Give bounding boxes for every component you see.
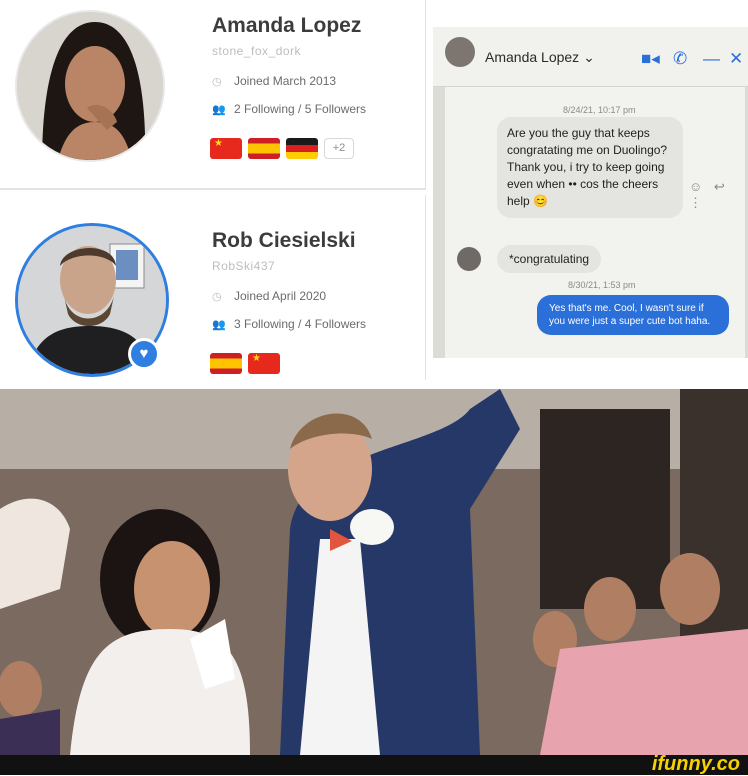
minimize-icon[interactable]: — xyxy=(703,49,720,69)
flag-china xyxy=(248,353,280,374)
profile-card-rob: ♥ Rob Ciesielski RobSki437 xyxy=(0,195,426,380)
close-icon[interactable]: ✕ xyxy=(729,49,743,69)
message-thread: 8/24/21, 10:17 pm Are you the guy that k… xyxy=(445,87,745,358)
message-bubble-incoming[interactable]: *congratulating xyxy=(497,245,602,273)
flag-spain xyxy=(210,353,242,374)
avatar[interactable] xyxy=(15,10,165,162)
clock-icon: ◷ xyxy=(212,291,222,303)
more-languages-button[interactable]: +2 xyxy=(324,138,354,159)
heart-badge-icon: ♥ xyxy=(128,338,160,370)
chat-header: Amanda Lopez ⌄ ■◂ ✆ — ✕ xyxy=(433,27,748,87)
joined-date: ◷ Joined April 2020 xyxy=(212,289,327,303)
wedding-photo xyxy=(0,389,748,755)
flag-spain xyxy=(248,138,280,159)
clock-icon: ◷ xyxy=(212,76,222,88)
avatar[interactable] xyxy=(445,37,475,67)
profile-card-amanda: Amanda Lopez stone_fox_dork ◷ Joined Marc… xyxy=(0,0,426,190)
react-icon[interactable]: ☺ ↩ ⋮ xyxy=(689,179,745,211)
flag-china xyxy=(210,138,242,159)
timestamp: 8/24/21, 10:17 pm xyxy=(563,105,636,115)
video-call-icon[interactable]: ■◂ xyxy=(641,49,660,69)
message-bubble-incoming[interactable]: Are you the guy that keeps congratating … xyxy=(497,117,683,218)
language-flags xyxy=(210,353,280,374)
chat-contact-name[interactable]: Amanda Lopez ⌄ xyxy=(485,49,595,66)
message-bubble-outgoing[interactable]: Yes that's me. Cool, I wasn't sure if yo… xyxy=(537,295,729,335)
follow-counts[interactable]: 👥 2 Following / 5 Followers xyxy=(212,102,366,116)
phone-icon[interactable]: ✆ xyxy=(673,49,687,69)
users-icon: 👥 xyxy=(212,104,226,116)
follow-counts[interactable]: 👥 3 Following / 4 Followers xyxy=(212,317,366,331)
profile-name: Amanda Lopez xyxy=(212,14,362,37)
flag-germany xyxy=(286,138,318,159)
chat-window: Amanda Lopez ⌄ ■◂ ✆ — ✕ 8/24/21, 10:17 p… xyxy=(433,27,748,358)
users-icon: 👥 xyxy=(212,319,226,331)
joined-date: ◷ Joined March 2013 xyxy=(212,74,337,88)
profile-name: Rob Ciesielski xyxy=(212,229,356,252)
avatar xyxy=(457,247,481,271)
profile-username: stone_fox_dork xyxy=(212,44,302,58)
site-watermark: ifunny.co xyxy=(651,753,740,775)
profile-username: RobSki437 xyxy=(212,259,276,273)
language-flags: +2 xyxy=(210,138,354,159)
watermark-bar xyxy=(0,755,748,775)
timestamp: 8/30/21, 1:53 pm xyxy=(568,280,636,290)
